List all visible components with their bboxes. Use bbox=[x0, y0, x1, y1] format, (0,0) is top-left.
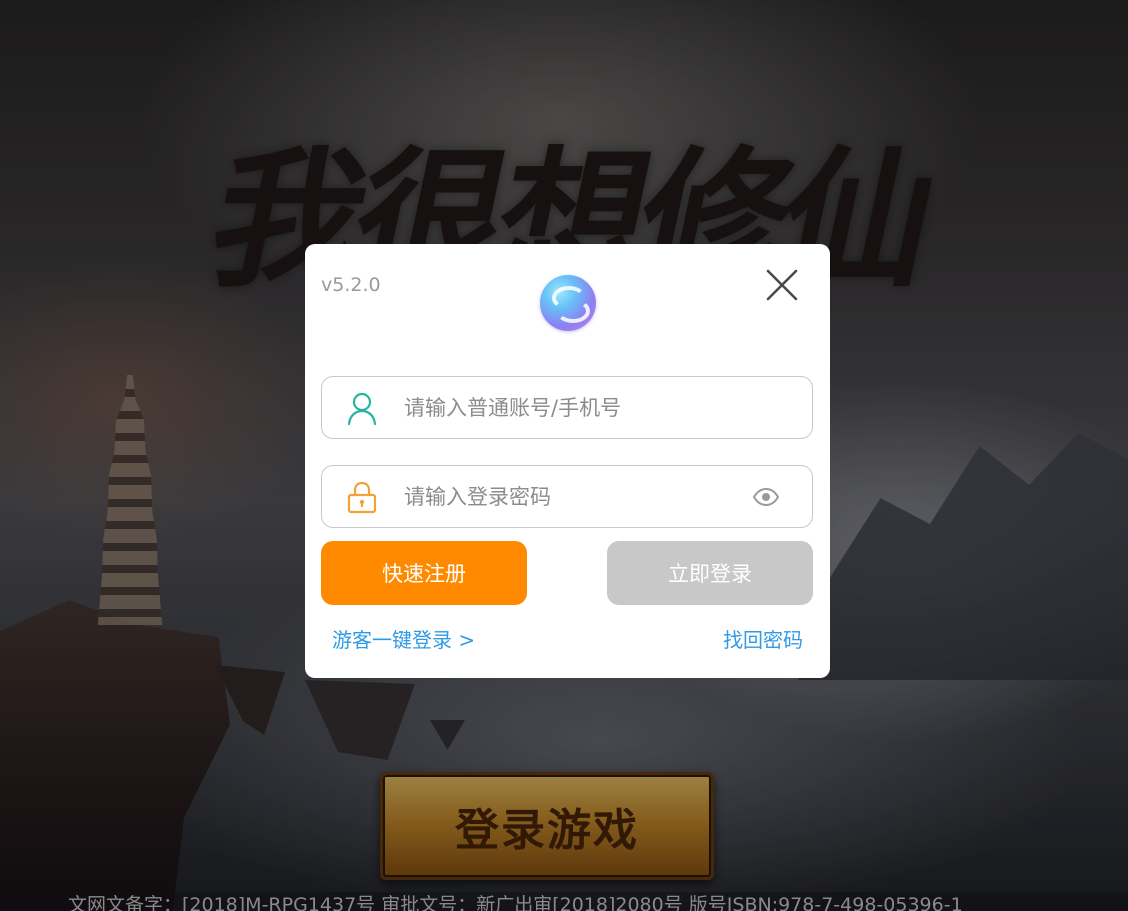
login-button[interactable]: 立即登录 bbox=[607, 541, 813, 605]
user-icon bbox=[347, 392, 377, 425]
password-field[interactable] bbox=[321, 465, 813, 528]
password-input[interactable] bbox=[402, 483, 736, 510]
account-input[interactable] bbox=[402, 394, 736, 421]
quick-register-button[interactable]: 快速注册 bbox=[321, 541, 527, 605]
close-icon[interactable] bbox=[763, 266, 801, 304]
lock-icon bbox=[347, 481, 377, 513]
recover-password-link[interactable]: 找回密码 bbox=[723, 624, 803, 653]
eye-icon[interactable] bbox=[753, 485, 779, 509]
app-logo-icon bbox=[540, 275, 596, 331]
guest-login-link[interactable]: 游客一键登录 > bbox=[332, 624, 475, 653]
account-field[interactable] bbox=[321, 376, 813, 439]
version-label: v5.2.0 bbox=[321, 274, 381, 296]
login-dialog: v5.2.0 快速注册 立即登录 游客一键登录 > 找回密码 bbox=[305, 244, 830, 678]
